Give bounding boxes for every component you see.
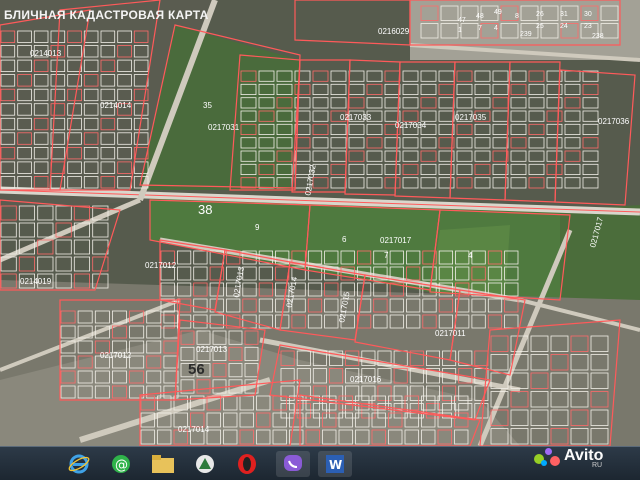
field-number: 7: [384, 251, 389, 260]
svg-text:4: 4: [494, 25, 498, 32]
block-label: 0214014: [100, 101, 132, 110]
svg-text:48: 48: [476, 13, 484, 20]
area-number: 56: [188, 361, 205, 378]
file-explorer-icon[interactable]: [146, 451, 180, 477]
road-number: 38: [198, 202, 212, 217]
block-label: 0217033: [340, 113, 372, 122]
field-number: 4: [468, 251, 473, 260]
viber-icon[interactable]: [276, 451, 310, 477]
svg-text:W: W: [329, 458, 342, 472]
map-canvas[interactable]: 0216029 0214013 0214014 0217031 0217032 …: [0, 0, 640, 446]
field-number: 6: [342, 235, 347, 244]
svg-text:7: 7: [478, 25, 482, 32]
svg-text:24: 24: [560, 23, 568, 30]
block-label: 0217017: [380, 236, 412, 245]
svg-text:@: @: [115, 458, 128, 473]
screen: 0216029 0214013 0214014 0217031 0217032 …: [0, 0, 640, 480]
block-label: 0217013: [196, 345, 228, 354]
svg-text:23: 23: [584, 23, 592, 30]
svg-text:30: 30: [584, 11, 592, 18]
media-player-icon[interactable]: [188, 451, 222, 477]
block-label: 0217034: [395, 121, 427, 130]
block-label: 0217012: [145, 261, 177, 270]
svg-text:25: 25: [536, 23, 544, 30]
block-label: 0217014: [178, 425, 210, 434]
block-label: 0217011: [435, 329, 466, 338]
block-label: 0214013: [30, 49, 62, 58]
svg-text:26: 26: [536, 11, 544, 18]
svg-text:31: 31: [560, 11, 568, 18]
internet-explorer-icon[interactable]: [62, 451, 96, 477]
map-title: БЛИЧНАЯ КАДАСТРОВАЯ КАРТА: [4, 8, 209, 22]
opera-icon[interactable]: [230, 451, 264, 477]
cadastral-map[interactable]: 0216029 0214013 0214014 0217031 0217032 …: [0, 0, 640, 446]
block-label: 0217016: [350, 375, 382, 384]
block-label: 0216029: [378, 27, 410, 36]
svg-text:8: 8: [515, 13, 519, 20]
field-number: 9: [255, 223, 260, 232]
svg-text:49: 49: [494, 9, 502, 16]
block-label: 0217012: [100, 351, 132, 360]
block-label: 0214019: [20, 277, 52, 286]
svg-text:47: 47: [458, 17, 466, 24]
avito-logo-icon: [534, 446, 562, 466]
svg-text:1: 1: [458, 27, 462, 34]
block-label: 0217035: [455, 113, 487, 122]
avito-sub: RU: [592, 462, 603, 469]
block-label: 0217036: [598, 117, 630, 126]
field-number: 35: [203, 101, 212, 110]
svg-text:239: 239: [520, 31, 532, 38]
svg-text:238: 238: [592, 33, 604, 40]
word-icon[interactable]: W: [318, 451, 352, 477]
block-label: 0217031: [208, 123, 240, 132]
browser-at-icon[interactable]: @: [104, 451, 138, 477]
